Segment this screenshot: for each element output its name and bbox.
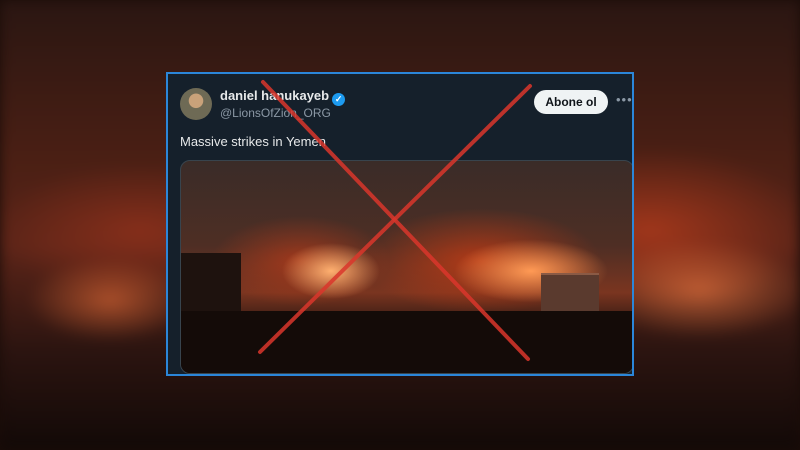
- red-x-mark: [258, 80, 532, 361]
- tweet-card: daniel hanukayeb ✓ @LionsOfZion_ORG Abone…: [166, 72, 634, 376]
